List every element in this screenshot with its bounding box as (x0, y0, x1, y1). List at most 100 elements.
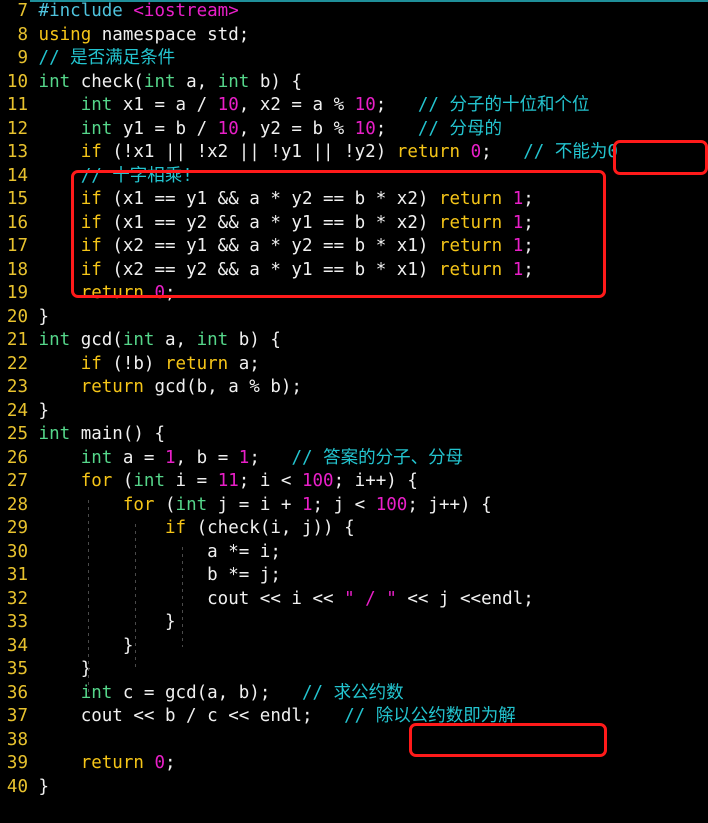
token-pln: ; i++) { (333, 471, 418, 491)
line-number: 32 (6, 588, 28, 609)
line-source[interactable]: if (x1 == y2 && a * y1 == b * x2) return… (28, 213, 534, 233)
code-line[interactable]: 7 #include <iostream> (0, 0, 708, 24)
code-line[interactable]: 13 if (!x1 || !x2 || !y1 || !y2) return … (0, 141, 708, 165)
code-lines-container[interactable]: 7 #include <iostream> 8 using namespace s… (0, 0, 708, 799)
code-line[interactable]: 18 if (x2 == y2 && a * y1 == b * x1) ret… (0, 259, 708, 283)
line-source[interactable]: int x1 = a / 10, x2 = a % 10; // 分子的十位和个… (28, 95, 590, 115)
line-source[interactable]: for (int j = i + 1; j < 100; j++) { (28, 495, 492, 515)
line-source[interactable]: if (check(i, j)) { (28, 518, 355, 538)
token-pln (39, 236, 81, 256)
line-source[interactable]: } (28, 612, 176, 632)
code-line[interactable]: 40 } (0, 776, 708, 800)
token-pln: j = i + (207, 494, 302, 515)
line-number: 23 (6, 377, 28, 397)
line-source[interactable]: int check(int a, int b) { (28, 72, 302, 92)
code-line[interactable]: 10 int check(int a, int b) { (0, 71, 708, 95)
line-source[interactable]: } (28, 777, 50, 797)
line-source[interactable]: if (!x1 || !x2 || !y1 || !y2) return 0; … (28, 142, 618, 162)
line-source[interactable]: cout << b / c << endl; // 除以公约数即为解 (28, 706, 516, 726)
token-kw: if (80, 236, 102, 256)
line-source[interactable]: if (!b) return a; (28, 354, 260, 374)
code-line[interactable]: 15 if (x1 == y1 && a * y2 == b * x2) ret… (0, 188, 708, 212)
code-line[interactable]: 26 int a = 1, b = 1; // 答案的分子、分母 (0, 447, 708, 471)
code-line[interactable]: 12 int y1 = b / 10, y2 = b % 10; // 分母的 (0, 118, 708, 142)
code-line[interactable]: 32 cout << i << " / " << j <<endl; (0, 588, 708, 612)
line-source[interactable]: int main() { (28, 424, 165, 444)
token-pln (39, 283, 81, 303)
line-source[interactable]: using namespace std; (28, 24, 250, 45)
line-source[interactable]: int y1 = b / 10, y2 = b % 10; // 分母的 (28, 119, 502, 139)
code-line[interactable]: 22 if (!b) return a; (0, 353, 708, 377)
code-line[interactable]: 19 return 0; (0, 282, 708, 306)
line-source[interactable]: cout << i << " / " << j <<endl; (28, 589, 534, 609)
code-line[interactable]: 23 return gcd(b, a % b); (0, 376, 708, 400)
line-source[interactable] (28, 730, 39, 750)
code-line[interactable]: 17 if (x2 == y1 && a * y2 == b * x1) ret… (0, 235, 708, 259)
token-pln: ; (481, 142, 524, 162)
line-source[interactable]: return gcd(b, a % b); (28, 377, 302, 397)
line-source[interactable]: return 0; (28, 283, 176, 303)
code-line[interactable]: 29 if (check(i, j)) { (0, 517, 708, 541)
code-line[interactable]: 20 } (0, 306, 708, 330)
line-source[interactable]: if (x2 == y2 && a * y1 == b * x1) return… (28, 260, 534, 280)
code-line[interactable]: 25 int main() { (0, 423, 708, 447)
code-line[interactable]: 31 b *= j; (0, 564, 708, 588)
line-source[interactable]: #include <iostream> (28, 1, 239, 21)
code-line[interactable]: 36 int c = gcd(a, b); // 求公约数 (0, 682, 708, 706)
line-source[interactable]: int gcd(int a, int b) { (28, 330, 281, 350)
code-line[interactable]: 16 if (x1 == y2 && a * y1 == b * x2) ret… (0, 212, 708, 236)
line-number: 11 (6, 95, 28, 115)
code-line[interactable]: 38 (0, 729, 708, 753)
line-source[interactable]: } (28, 401, 50, 421)
token-pln: ; (523, 189, 534, 209)
token-cmt: // 分母的 (417, 118, 502, 139)
indent-guide (182, 547, 183, 647)
token-pln (144, 753, 155, 773)
token-pln: c = gcd(a, b); (112, 682, 302, 703)
token-num: 0 (470, 142, 482, 162)
code-line[interactable]: 24 } (0, 400, 708, 424)
code-line[interactable]: 27 for (int i = 11; i < 100; i++) { (0, 470, 708, 494)
code-line[interactable]: 35 } (0, 658, 708, 682)
token-type: int (196, 330, 229, 350)
line-source[interactable]: return 0; (28, 753, 176, 773)
token-pln: (x1 == y1 && a * y2 == b * x2) (101, 189, 439, 209)
line-source[interactable]: } (28, 659, 92, 679)
code-line[interactable]: 9 // 是否满足条件 (0, 47, 708, 71)
token-pln: cout << b / c << endl; (38, 706, 345, 726)
code-line[interactable]: 28 for (int j = i + 1; j < 100; j++) { (0, 494, 708, 518)
line-number: 34 (6, 635, 28, 656)
code-line[interactable]: 14 // 十字相乘! (0, 165, 708, 189)
token-num: 10 (217, 118, 239, 139)
token-kw: return (438, 212, 503, 233)
line-source[interactable]: // 是否满足条件 (28, 48, 176, 68)
line-source[interactable]: } (28, 307, 50, 327)
code-line[interactable]: 8 using namespace std; (0, 24, 708, 48)
token-pln (39, 495, 123, 515)
token-kw: using (38, 24, 92, 45)
token-pln: i = (165, 471, 218, 491)
code-line[interactable]: 21 int gcd(int a, int b) { (0, 329, 708, 353)
line-source[interactable]: for (int i = 11; i < 100; i++) { (28, 471, 418, 491)
line-source[interactable]: if (x2 == y1 && a * y2 == b * x1) return… (28, 236, 534, 256)
line-source[interactable]: b *= j; (28, 565, 281, 585)
line-source[interactable]: a *= i; (28, 542, 281, 562)
code-editor[interactable]: 7 #include <iostream> 8 using namespace s… (0, 0, 708, 823)
line-source[interactable]: } (28, 636, 134, 656)
code-line[interactable]: 37 cout << b / c << endl; // 除以公约数即为解 (0, 705, 708, 729)
code-line[interactable]: 33 } (0, 611, 708, 635)
line-number: 21 (6, 330, 28, 350)
code-line[interactable]: 11 int x1 = a / 10, x2 = a % 10; // 分子的十… (0, 94, 708, 118)
line-source[interactable]: int c = gcd(a, b); // 求公约数 (28, 683, 404, 703)
line-number: 40 (6, 776, 28, 797)
line-source[interactable]: // 十字相乘! (28, 166, 193, 186)
token-type: int (80, 118, 113, 139)
line-source[interactable]: int a = 1, b = 1; // 答案的分子、分母 (28, 448, 463, 468)
code-line[interactable]: 39 return 0; (0, 752, 708, 776)
line-source[interactable]: if (x1 == y1 && a * y2 == b * x2) return… (28, 189, 534, 209)
token-pln: , b = (175, 447, 239, 468)
token-pln (39, 753, 81, 773)
token-pln (39, 166, 81, 186)
code-line[interactable]: 30 a *= i; (0, 541, 708, 565)
code-line[interactable]: 34 } (0, 635, 708, 659)
